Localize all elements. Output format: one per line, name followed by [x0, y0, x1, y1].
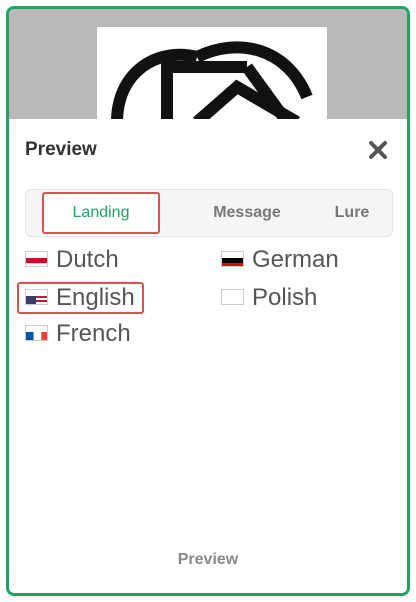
language-dutch[interactable]: Dutch — [25, 245, 119, 275]
france-flag-icon — [25, 324, 48, 341]
tab-landing-label: Landing — [72, 204, 130, 221]
preview-panel: Preview Landing Message Lure Dutch Germa… — [6, 6, 410, 596]
language-french-label: French — [56, 320, 131, 347]
logo — [97, 27, 327, 119]
preview-tabs: Landing Message Lure — [25, 189, 393, 237]
netherlands-flag-icon — [25, 250, 48, 267]
panel-title: Preview — [25, 139, 97, 160]
tab-message[interactable]: Message — [202, 190, 292, 236]
poland-flag-icon — [221, 288, 244, 305]
language-english-label: English — [56, 284, 135, 311]
language-english[interactable]: English — [25, 283, 135, 313]
tab-lure[interactable]: Lure — [322, 190, 382, 236]
language-dutch-label: Dutch — [56, 246, 119, 273]
language-german-label: German — [252, 246, 339, 273]
language-polish-label: Polish — [252, 284, 318, 311]
language-german[interactable]: German — [221, 245, 339, 275]
footer-preview-label[interactable]: Preview — [9, 551, 407, 569]
hero-image — [9, 9, 407, 119]
language-polish[interactable]: Polish — [221, 283, 317, 313]
language-french[interactable]: French — [25, 319, 131, 349]
germany-flag-icon — [221, 250, 244, 267]
close-icon[interactable] — [367, 139, 389, 161]
usa-flag-icon — [25, 288, 48, 305]
tab-landing[interactable]: Landing — [42, 190, 160, 236]
